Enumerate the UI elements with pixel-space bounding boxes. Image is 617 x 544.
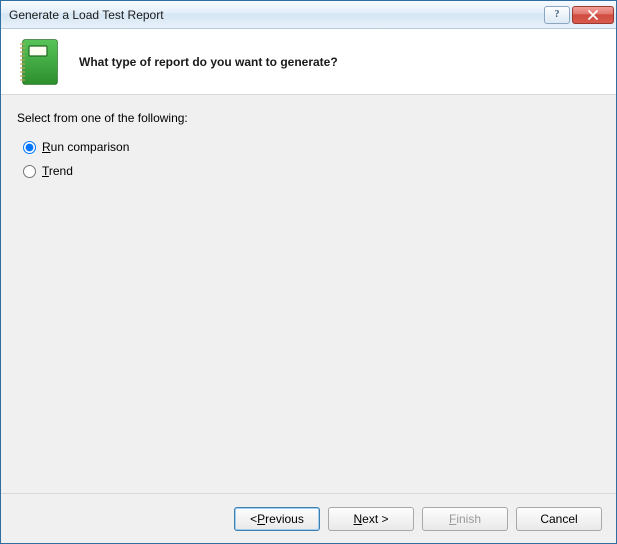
prompt-label: Select from one of the following: [17, 111, 600, 125]
radio-input-run-comparison[interactable] [23, 141, 36, 154]
header-band: What type of report do you want to gener… [1, 29, 616, 95]
dialog-window: Generate a Load Test Report ? [0, 0, 617, 544]
header-question: What type of report do you want to gener… [79, 55, 338, 69]
radio-input-trend[interactable] [23, 165, 36, 178]
help-button[interactable]: ? [544, 6, 570, 24]
radio-run-comparison[interactable]: Run comparison [23, 135, 600, 159]
radio-label-trend[interactable]: Trend [42, 164, 73, 178]
report-type-radio-group: Run comparison Trend [17, 135, 600, 183]
close-icon [587, 10, 599, 20]
close-button[interactable] [572, 6, 614, 24]
notebook-icon [17, 38, 61, 86]
previous-button[interactable]: < Previous [234, 507, 320, 531]
radio-label-run-comparison[interactable]: Run comparison [42, 140, 129, 154]
window-title: Generate a Load Test Report [9, 8, 544, 22]
finish-button: Finish [422, 507, 508, 531]
next-button[interactable]: Next > [328, 507, 414, 531]
titlebar: Generate a Load Test Report ? [1, 1, 616, 29]
content-area: Select from one of the following: Run co… [1, 95, 616, 493]
radio-trend[interactable]: Trend [23, 159, 600, 183]
button-bar: < Previous Next > Finish Cancel [1, 493, 616, 543]
cancel-button[interactable]: Cancel [516, 507, 602, 531]
titlebar-buttons: ? [544, 6, 614, 24]
